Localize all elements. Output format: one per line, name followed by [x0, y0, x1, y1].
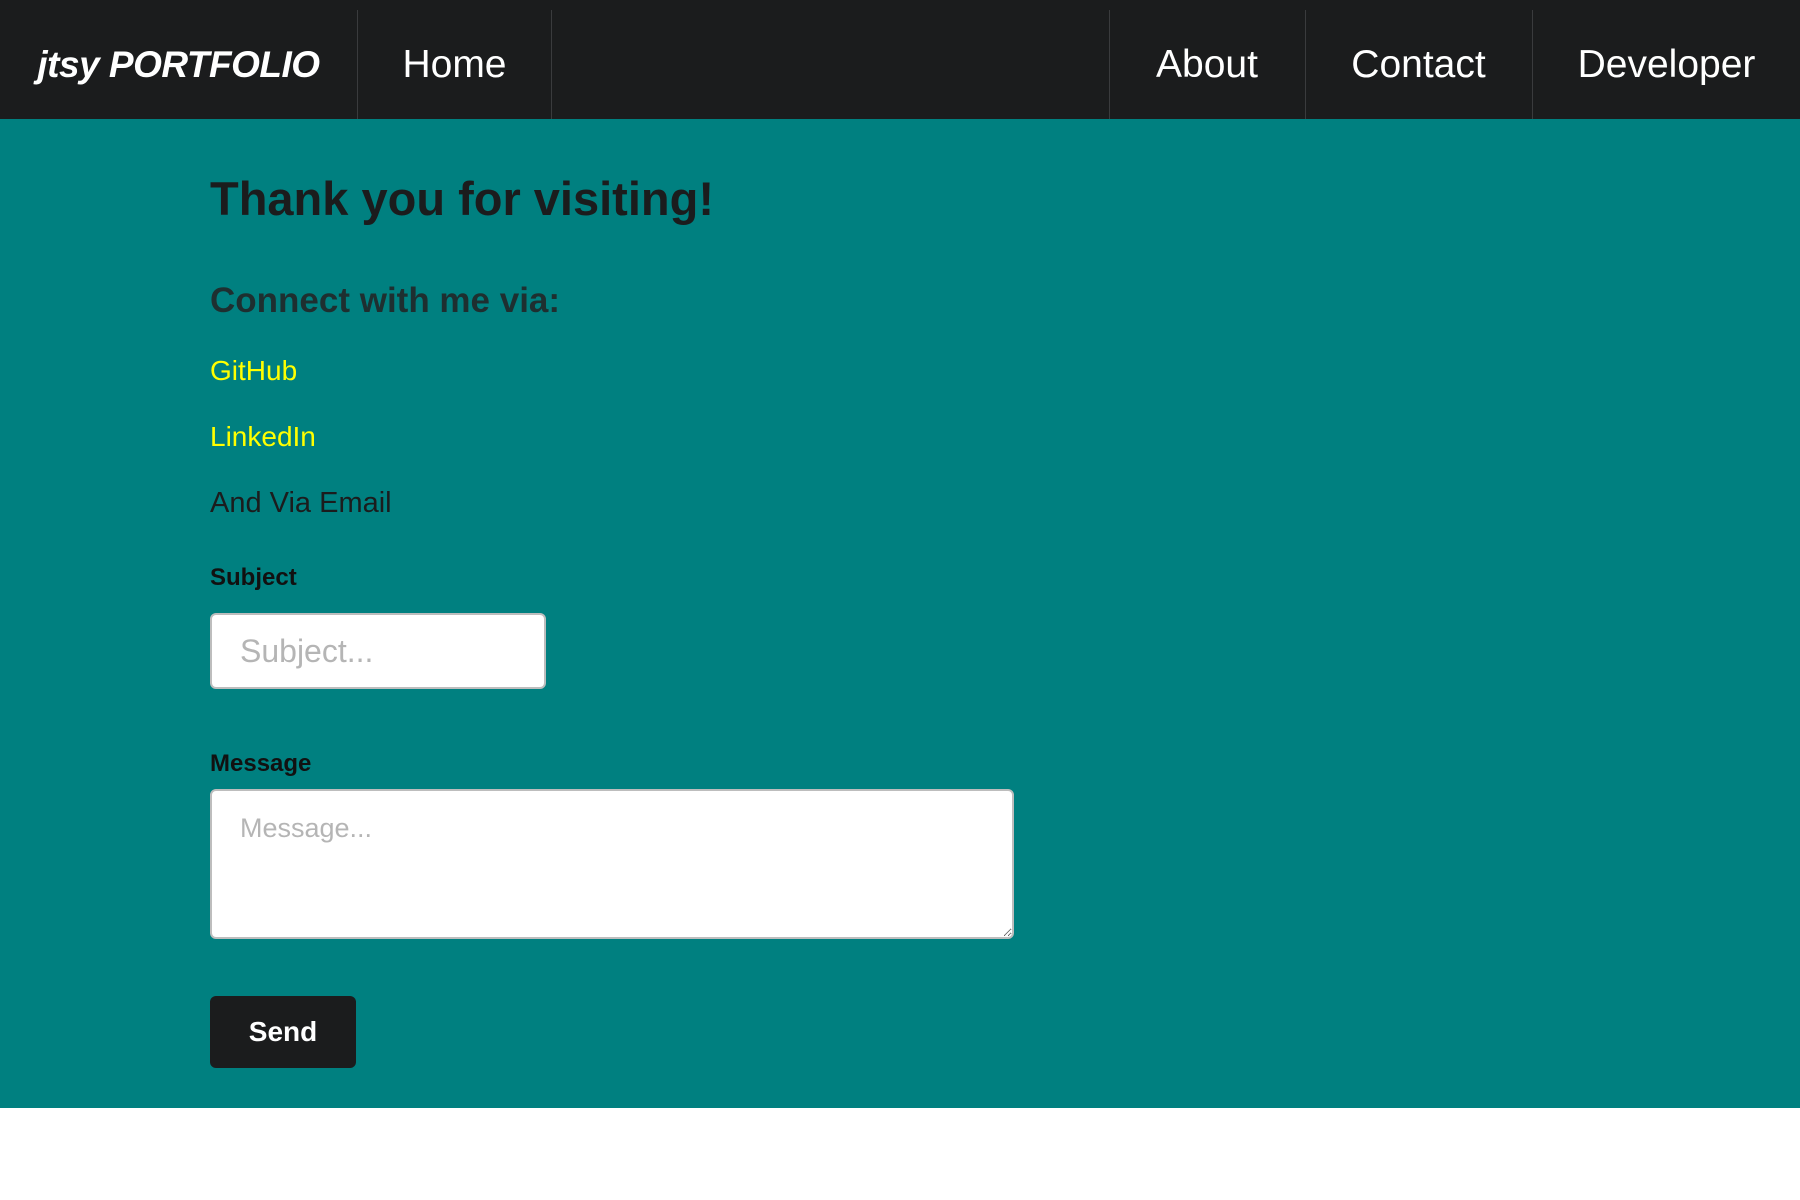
- contact-section: Thank you for visiting! Connect with me …: [0, 119, 1800, 1108]
- top-navbar: jtsy PORTFOLIO Home About Contact Develo…: [0, 0, 1800, 119]
- send-button[interactable]: Send: [210, 996, 356, 1068]
- brand-link[interactable]: jtsy PORTFOLIO: [0, 10, 357, 119]
- linkedin-link[interactable]: LinkedIn: [210, 421, 316, 453]
- email-text: And Via Email: [210, 487, 392, 519]
- nav-contact-link[interactable]: Contact: [1306, 10, 1531, 119]
- nav-home-link[interactable]: Home: [358, 10, 551, 119]
- message-textarea[interactable]: [210, 789, 1014, 939]
- message-label: Message: [210, 750, 312, 777]
- connect-heading: Connect with me via:: [210, 281, 561, 320]
- nav-developer-link[interactable]: Developer: [1533, 10, 1800, 119]
- github-link[interactable]: GitHub: [210, 355, 297, 387]
- nav-divider: [551, 10, 552, 119]
- page-title: Thank you for visiting!: [210, 172, 714, 225]
- subject-label: Subject: [210, 564, 297, 591]
- nav-about-link[interactable]: About: [1110, 10, 1304, 119]
- subject-input[interactable]: [210, 613, 546, 689]
